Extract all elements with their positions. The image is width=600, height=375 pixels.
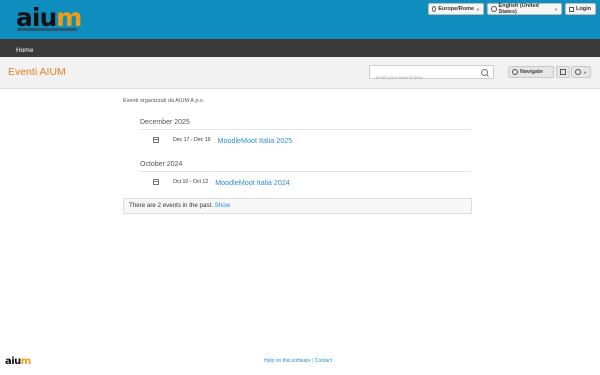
eye-icon [575, 69, 582, 75]
search-box [369, 65, 494, 84]
search-input[interactable] [370, 71, 476, 84]
main-navbar: Home [0, 39, 600, 57]
calendar-icon [560, 69, 566, 75]
globe-icon [491, 6, 497, 12]
contact-link[interactable]: Contact [315, 358, 332, 364]
navigate-button[interactable]: Navigate [508, 66, 554, 78]
events-content: Eventi organizzati da AIUM A.p.s. Decemb… [123, 98, 472, 214]
calendar-icon [153, 179, 159, 185]
site-logo[interactable]: aium [16, 3, 82, 33]
month-heading: December 2025 [140, 119, 471, 130]
footer-logo[interactable]: aium [5, 356, 31, 367]
event-date: Dec 17 - Dec 19 [173, 137, 211, 143]
chevron-down-icon: ▼ [476, 6, 480, 12]
help-link[interactable]: Help on this software [264, 358, 311, 364]
event-item: Oct 10 - Oct 12 MoodleMoot Italia 2024 [153, 176, 472, 188]
event-link[interactable]: MoodleMoot Italia 2024 [215, 178, 290, 187]
event-link[interactable]: MoodleMoot Italia 2025 [217, 136, 292, 145]
site-header: aium Europe/Rome ▼ English (United State… [0, 0, 600, 39]
login-button[interactable]: Login [565, 3, 596, 15]
language-select[interactable]: English (United States) ▼ [487, 3, 562, 15]
logo-tagline [17, 28, 77, 31]
language-label: English (United States) [498, 3, 539, 15]
month-heading: October 2024 [140, 161, 471, 172]
timezone-label: Europe/Rome [438, 6, 475, 12]
footer-separator: | [312, 358, 314, 364]
event-item: Dec 17 - Dec 19 MoodleMoot Italia 2025 [153, 134, 472, 146]
page-title: Eventi AIUM [8, 66, 66, 78]
timezone-select[interactable]: Europe/Rome ▼ [428, 3, 484, 15]
clock-icon [432, 6, 437, 12]
past-events-text: There are 2 events in the past. [129, 202, 213, 209]
intro-text: Eventi organizzati da AIUM A.p.s. [123, 98, 205, 104]
chevron-down-icon: ▼ [583, 69, 587, 75]
footer-links: Help on this software | Contact [264, 358, 332, 364]
nav-home-link[interactable]: Home [16, 47, 33, 54]
search-icon[interactable] [481, 69, 488, 76]
chevron-down-icon: ▼ [554, 6, 558, 12]
calendar-view-button[interactable] [556, 66, 570, 78]
show-past-link[interactable]: Show [215, 202, 230, 209]
event-date: Oct 10 - Oct 12 [173, 179, 209, 185]
navigate-label: Navigate [520, 69, 543, 75]
calendar-icon [153, 137, 159, 143]
login-label: Login [576, 6, 591, 12]
view-options-button[interactable]: ▼ [571, 66, 591, 78]
logo-wordmark: aium [16, 3, 82, 32]
compass-icon [512, 69, 518, 75]
past-events-notice: There are 2 events in the past. Show [123, 198, 472, 214]
login-icon [569, 6, 574, 12]
page-header: Eventi AIUM Navigate ▼ [0, 57, 600, 89]
